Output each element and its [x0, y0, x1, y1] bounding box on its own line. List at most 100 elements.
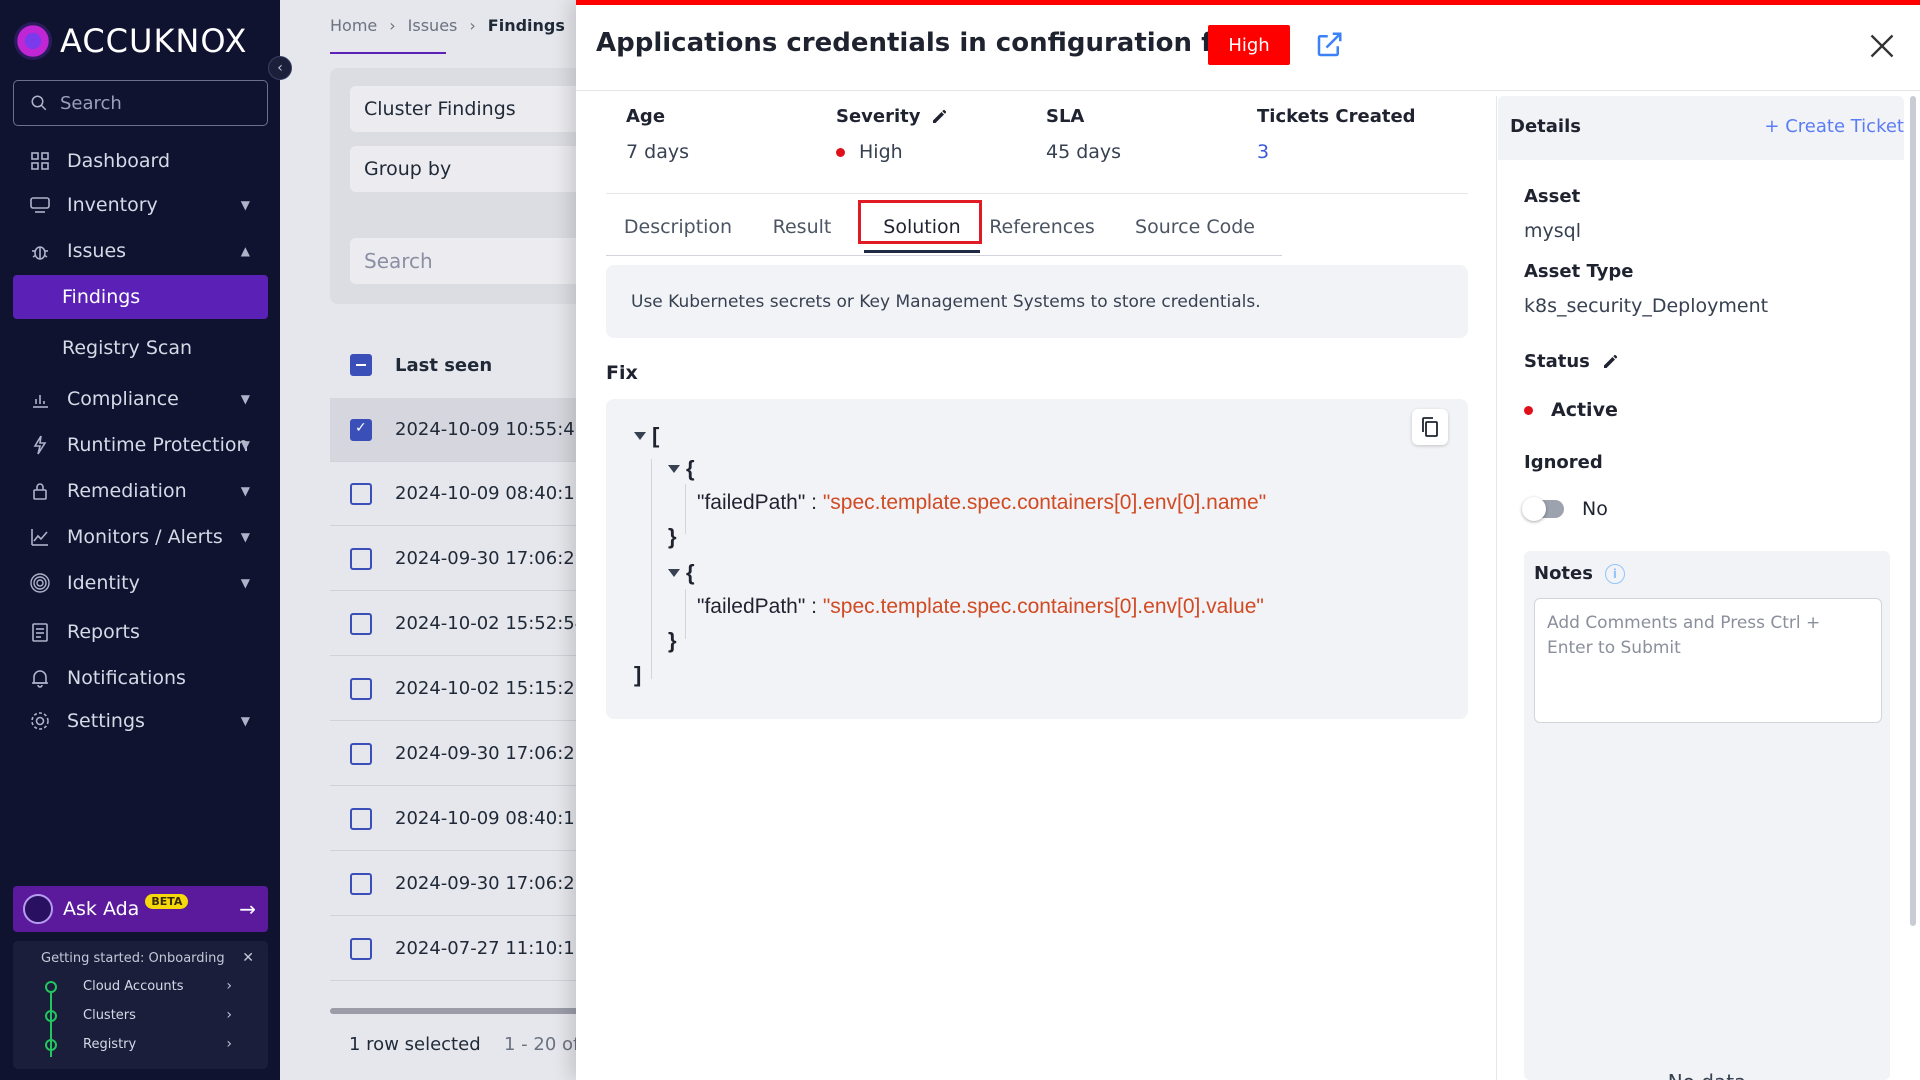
- tickets-count-link[interactable]: 3: [1257, 141, 1416, 163]
- row-checkbox[interactable]: [350, 612, 372, 635]
- tab-references[interactable]: References: [980, 198, 1104, 256]
- onboarding-step-cloud-accounts[interactable]: Cloud Accounts: [83, 979, 184, 994]
- close-icon[interactable]: ✕: [242, 950, 254, 966]
- ada-avatar-icon: [23, 894, 53, 924]
- code-bracket: [: [652, 423, 660, 448]
- copy-icon: [1422, 417, 1438, 437]
- sidebar-item-remediation[interactable]: Remediation ▼: [13, 469, 268, 513]
- panel-divider: [1496, 96, 1497, 1080]
- solution-text: Use Kubernetes secrets or Key Management…: [606, 265, 1468, 338]
- chevron-down-icon: ▼: [240, 438, 250, 452]
- sidebar-item-registry-scan[interactable]: Registry Scan: [13, 326, 268, 370]
- details-panel: Details + Create Ticket Asset mysql Asse…: [1498, 96, 1904, 1080]
- copy-button[interactable]: [1412, 409, 1448, 445]
- row-checkbox[interactable]: [350, 937, 372, 960]
- row-checkbox[interactable]: [350, 547, 372, 570]
- active-tab-indicator: [864, 250, 980, 253]
- edit-pencil-icon[interactable]: [931, 109, 947, 125]
- sidebar-item-runtime-protection[interactable]: Runtime Protection ▼: [13, 423, 268, 467]
- create-ticket-button[interactable]: + Create Ticket: [1764, 116, 1904, 137]
- close-icon[interactable]: [1868, 32, 1896, 60]
- select-all-checkbox[interactable]: [350, 354, 372, 376]
- drawer-scrollbar[interactable]: [1910, 96, 1916, 926]
- cluster-findings-select[interactable]: Cluster Findings: [350, 86, 610, 132]
- header-divider: [576, 90, 1920, 91]
- last-seen-cell: 2024-09-30 17:06:29: [395, 873, 587, 894]
- breadcrumb-issues[interactable]: Issues: [408, 16, 458, 35]
- findings-search-input[interactable]: Search: [350, 238, 610, 284]
- onboarding-panel: Getting started: Onboarding ✕ Cloud Acco…: [13, 941, 268, 1069]
- info-icon[interactable]: i: [1604, 563, 1625, 584]
- ignored-toggle[interactable]: [1522, 497, 1564, 521]
- onboarding-step-registry[interactable]: Registry: [83, 1037, 136, 1052]
- sidebar-item-label: Dashboard: [67, 150, 171, 172]
- edit-pencil-icon[interactable]: [1602, 354, 1618, 370]
- onboarding-step-clusters[interactable]: Clusters: [83, 1008, 136, 1023]
- severity-label: Severity: [836, 106, 921, 127]
- notes-input[interactable]: Add Comments and Press Ctrl + Enter to S…: [1534, 598, 1882, 723]
- breadcrumb-home[interactable]: Home: [330, 16, 377, 35]
- sidebar-item-reports[interactable]: Reports: [13, 610, 268, 654]
- sidebar-item-monitors-alerts[interactable]: Monitors / Alerts ▼: [13, 515, 268, 559]
- last-seen-cell: 2024-07-27 11:10:13: [395, 938, 587, 959]
- code-line: ]: [634, 662, 641, 688]
- code-indent-guide: [685, 484, 686, 534]
- breadcrumb-findings: Findings: [487, 16, 565, 35]
- code-separator: :: [811, 491, 817, 514]
- chevron-down-icon: ▼: [240, 198, 250, 212]
- collapse-triangle-icon[interactable]: [634, 432, 646, 440]
- severity-accent-bar: [576, 0, 1920, 5]
- column-last-seen[interactable]: Last seen: [395, 355, 492, 376]
- sidebar-item-dashboard[interactable]: Dashboard: [13, 139, 268, 183]
- sidebar-item-label: Settings: [67, 710, 145, 732]
- external-link-icon[interactable]: [1314, 30, 1344, 60]
- status-dot: [1524, 405, 1533, 415]
- sidebar-item-notifications[interactable]: Notifications: [13, 656, 268, 700]
- row-checkbox[interactable]: [350, 418, 372, 441]
- row-checkbox[interactable]: [350, 807, 372, 830]
- pagination-range: 1 - 20 of: [504, 1034, 580, 1055]
- sidebar-item-settings[interactable]: Settings ▼: [13, 699, 268, 743]
- check-circle-icon: [45, 1039, 57, 1051]
- sidebar-item-issues[interactable]: Issues ▲: [13, 229, 268, 273]
- tab-description[interactable]: Description: [606, 198, 750, 256]
- ignored-value: No: [1582, 498, 1608, 520]
- check-circle-icon: [45, 1010, 57, 1022]
- collapse-triangle-icon[interactable]: [668, 465, 680, 473]
- sidebar-item-inventory[interactable]: Inventory ▼: [13, 183, 268, 227]
- row-checkbox[interactable]: [350, 482, 372, 505]
- sidebar-item-label: Issues: [67, 240, 127, 262]
- row-checkbox[interactable]: [350, 677, 372, 700]
- tab-source-code[interactable]: Source Code: [1112, 198, 1278, 256]
- chevron-right-icon: ›: [226, 1007, 232, 1023]
- asset-type-label: Asset Type: [1524, 261, 1634, 282]
- code-bracket: }: [668, 628, 677, 653]
- sidebar-item-identity[interactable]: Identity ▼: [13, 561, 268, 605]
- search-placeholder: Search: [60, 92, 122, 114]
- notes-title-row: Notes i: [1534, 563, 1625, 584]
- collapse-triangle-icon[interactable]: [668, 569, 680, 577]
- sidebar-item-compliance[interactable]: Compliance ▼: [13, 377, 268, 421]
- code-bracket: ]: [634, 662, 642, 687]
- code-line: }: [668, 628, 677, 654]
- highlight-box: [858, 200, 982, 244]
- asset-label: Asset: [1524, 186, 1581, 207]
- sidebar-collapse-button[interactable]: ‹: [268, 56, 292, 80]
- chevron-down-icon: ▼: [240, 714, 250, 728]
- last-seen-cell: 2024-09-30 17:06:29: [395, 548, 587, 569]
- ask-ada-button[interactable]: Ask Ada BETA →: [13, 886, 268, 932]
- last-seen-cell: 2024-10-09 08:40:16: [395, 808, 587, 829]
- sla-label: SLA: [1046, 106, 1085, 127]
- ignored-label: Ignored: [1524, 452, 1603, 473]
- sidebar-search-input[interactable]: Search: [13, 80, 268, 126]
- ignored-row: No: [1522, 497, 1608, 521]
- code-key: "failedPath": [697, 595, 806, 618]
- row-checkbox[interactable]: [350, 872, 372, 895]
- sidebar-item-findings[interactable]: Findings: [13, 275, 268, 319]
- sidebar-item-label: Monitors / Alerts: [67, 526, 223, 548]
- code-line: "failedPath" : "spec.template.spec.conta…: [697, 491, 1266, 515]
- tab-result[interactable]: Result: [750, 198, 854, 256]
- group-by-select[interactable]: Group by: [350, 146, 610, 192]
- logo[interactable]: ACCUKNOX: [14, 22, 247, 60]
- row-checkbox[interactable]: [350, 742, 372, 765]
